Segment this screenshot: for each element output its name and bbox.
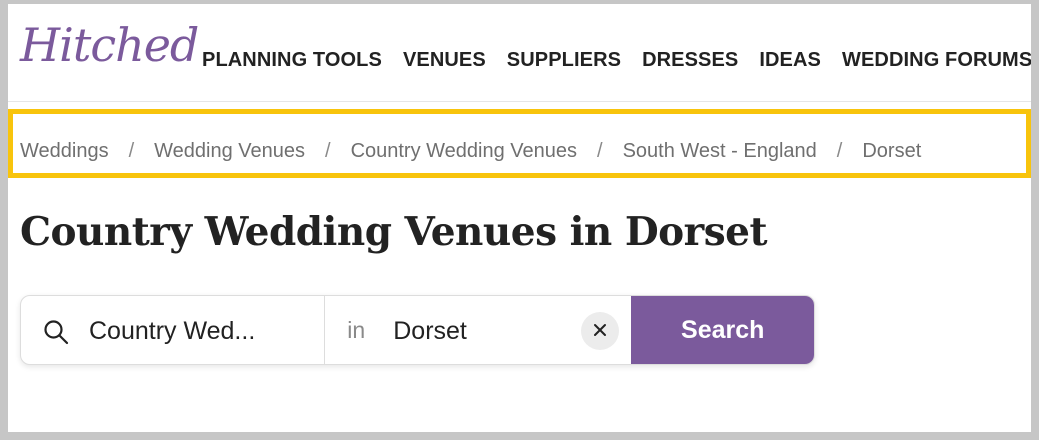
breadcrumb-separator: /	[128, 140, 135, 162]
breadcrumb-wedding-venues[interactable]: Wedding Venues	[154, 140, 305, 163]
breadcrumb-separator: /	[325, 140, 331, 162]
main-nav: PLANNING TOOLS VENUES SUPPLIERS DRESSES …	[202, 49, 1031, 72]
nav-venues[interactable]: VENUES	[403, 49, 486, 72]
nav-ideas[interactable]: IDEAS	[759, 49, 821, 72]
clear-location-button[interactable]	[581, 312, 620, 350]
breadcrumb-south-west-england[interactable]: South West - England	[623, 140, 817, 163]
breadcrumb-country-wedding-venues[interactable]: Country Wedding Venues	[351, 140, 577, 163]
search-query-section	[21, 296, 326, 364]
close-icon	[592, 322, 608, 341]
breadcrumb-separator: /	[836, 140, 843, 162]
search-bar: in Search	[20, 295, 815, 365]
search-icon	[43, 319, 69, 345]
nav-suppliers[interactable]: SUPPLIERS	[507, 49, 621, 72]
nav-dresses[interactable]: DRESSES	[642, 49, 738, 72]
breadcrumb-highlight: Weddings / Wedding Venues / Country Wedd…	[8, 109, 1031, 178]
location-input[interactable]	[393, 315, 564, 347]
breadcrumb-dorset[interactable]: Dorset	[862, 140, 921, 163]
page: Hitched PLANNING TOOLS VENUES SUPPLIERS …	[8, 4, 1031, 432]
search-location-section: in	[325, 296, 631, 364]
site-header: Hitched PLANNING TOOLS VENUES SUPPLIERS …	[8, 4, 1031, 102]
page-title: Country Wedding Venues in Dorset	[20, 209, 768, 255]
nav-planning-tools[interactable]: PLANNING TOOLS	[202, 49, 382, 72]
breadcrumb: Weddings / Wedding Venues / Country Wedd…	[20, 140, 921, 163]
search-input[interactable]	[89, 315, 309, 347]
in-label: in	[347, 317, 366, 343]
breadcrumb-separator: /	[597, 140, 603, 162]
breadcrumb-weddings[interactable]: Weddings	[20, 140, 109, 163]
hitched-logo[interactable]: Hitched	[20, 22, 199, 68]
nav-wedding-forums[interactable]: WEDDING FORUMS	[842, 49, 1031, 72]
search-button[interactable]: Search	[631, 296, 814, 364]
